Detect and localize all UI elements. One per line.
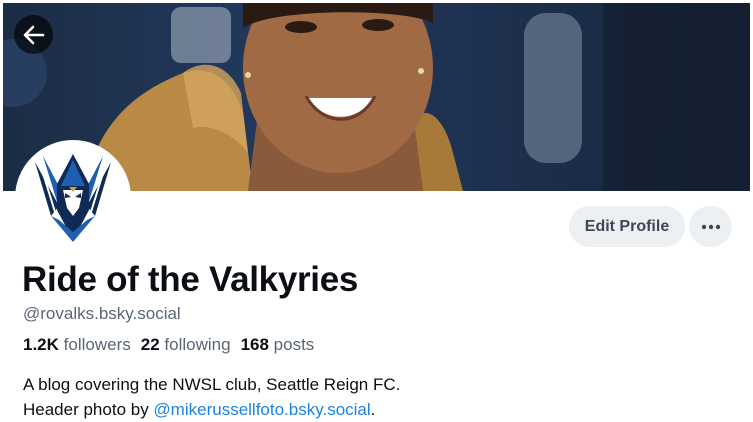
following-stat[interactable]: 22 following xyxy=(141,334,231,356)
bio-line-2: Header photo by @mikerussellfoto.bsky.so… xyxy=(23,397,743,422)
following-count: 22 xyxy=(140,335,160,354)
photographer-mention-link[interactable]: @mikerussellfoto.bsky.social xyxy=(153,400,370,419)
edit-profile-button[interactable]: Edit Profile xyxy=(569,206,685,247)
display-name: Ride of the Valkyries xyxy=(22,260,359,299)
bio-line-2-prefix: Header photo by xyxy=(23,400,154,419)
followers-stat[interactable]: 1.2K followers xyxy=(23,334,131,356)
profile-handle: @rovalks.bsky.social xyxy=(23,304,181,323)
more-options-button[interactable] xyxy=(689,206,732,247)
valkyrie-logo-icon xyxy=(35,154,111,242)
back-button[interactable] xyxy=(14,15,53,54)
followers-count: 1.2K xyxy=(23,335,59,354)
bio-line-2-suffix: . xyxy=(370,400,376,419)
profile-stats: 1.2K followers 22 following 168 posts xyxy=(23,334,314,356)
posts-count: 168 xyxy=(240,335,269,354)
ellipsis-icon xyxy=(701,224,720,229)
posts-stat: 168 posts xyxy=(241,334,315,356)
arrow-left-icon xyxy=(23,25,44,44)
posts-label: posts xyxy=(273,335,315,354)
bio-line-1: A blog covering the NWSL club, Seattle R… xyxy=(23,375,401,394)
avatar[interactable] xyxy=(15,140,131,256)
followers-label: followers xyxy=(63,335,131,354)
profile-bio: A blog covering the NWSL club, Seattle R… xyxy=(23,372,743,422)
following-label: following xyxy=(164,335,231,354)
